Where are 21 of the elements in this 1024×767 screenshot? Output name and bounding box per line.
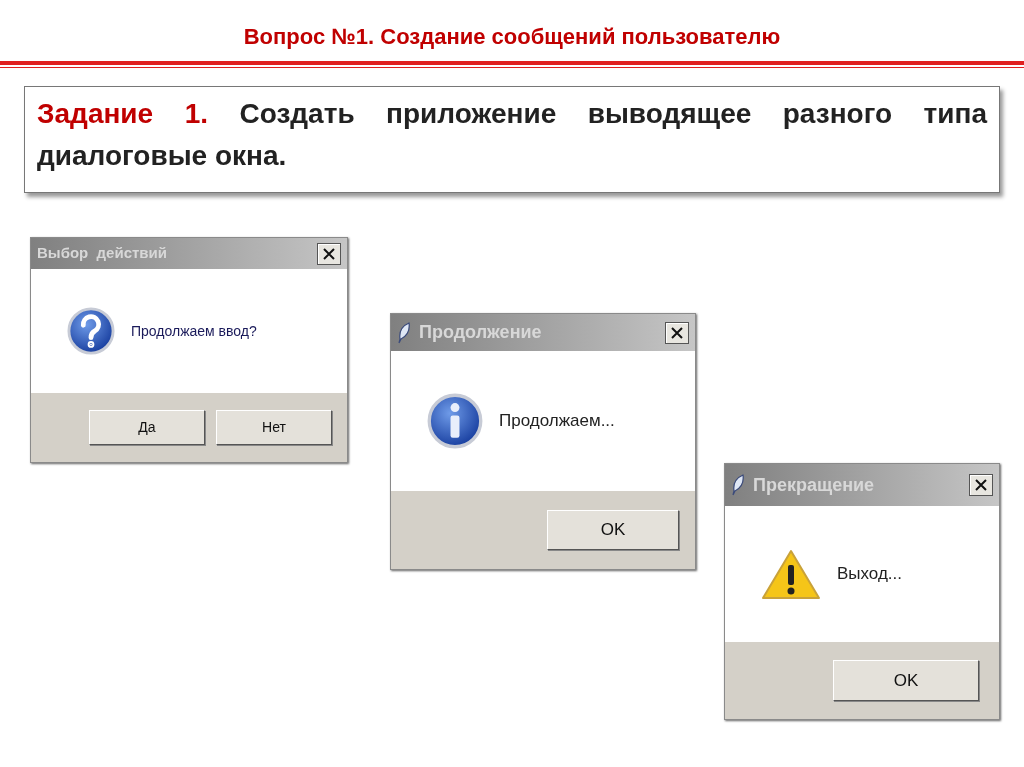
dialog-button[interactable]: OK — [833, 660, 979, 701]
window-title: Прекращение — [753, 473, 876, 497]
close-button[interactable] — [969, 474, 993, 496]
close-icon — [323, 247, 335, 260]
close-button[interactable] — [665, 321, 689, 344]
close-button[interactable] — [317, 242, 341, 265]
dialog-button[interactable]: Да — [89, 410, 205, 445]
dialog-button[interactable]: Нет — [216, 410, 332, 445]
task-sentence: Задание 1. Создать приложение выводящее разного типа диалоговые окна. — [37, 97, 987, 173]
dialog-message: Продолжаем ввод? — [131, 321, 257, 341]
dialog-message: Выход... — [837, 563, 903, 586]
window-title: Продолжение — [419, 321, 543, 344]
info-icon — [427, 393, 483, 449]
dialog-message: Продолжаем... — [499, 410, 615, 433]
slide-title: Вопрос №1. Создание сообщений пользователю — [243, 23, 781, 51]
question-icon — [67, 307, 115, 355]
dialog-button[interactable]: OK — [547, 510, 679, 550]
close-icon — [671, 326, 683, 339]
close-icon — [975, 479, 987, 491]
window-title: Выбор действий — [37, 243, 168, 264]
warning-icon — [761, 548, 821, 600]
